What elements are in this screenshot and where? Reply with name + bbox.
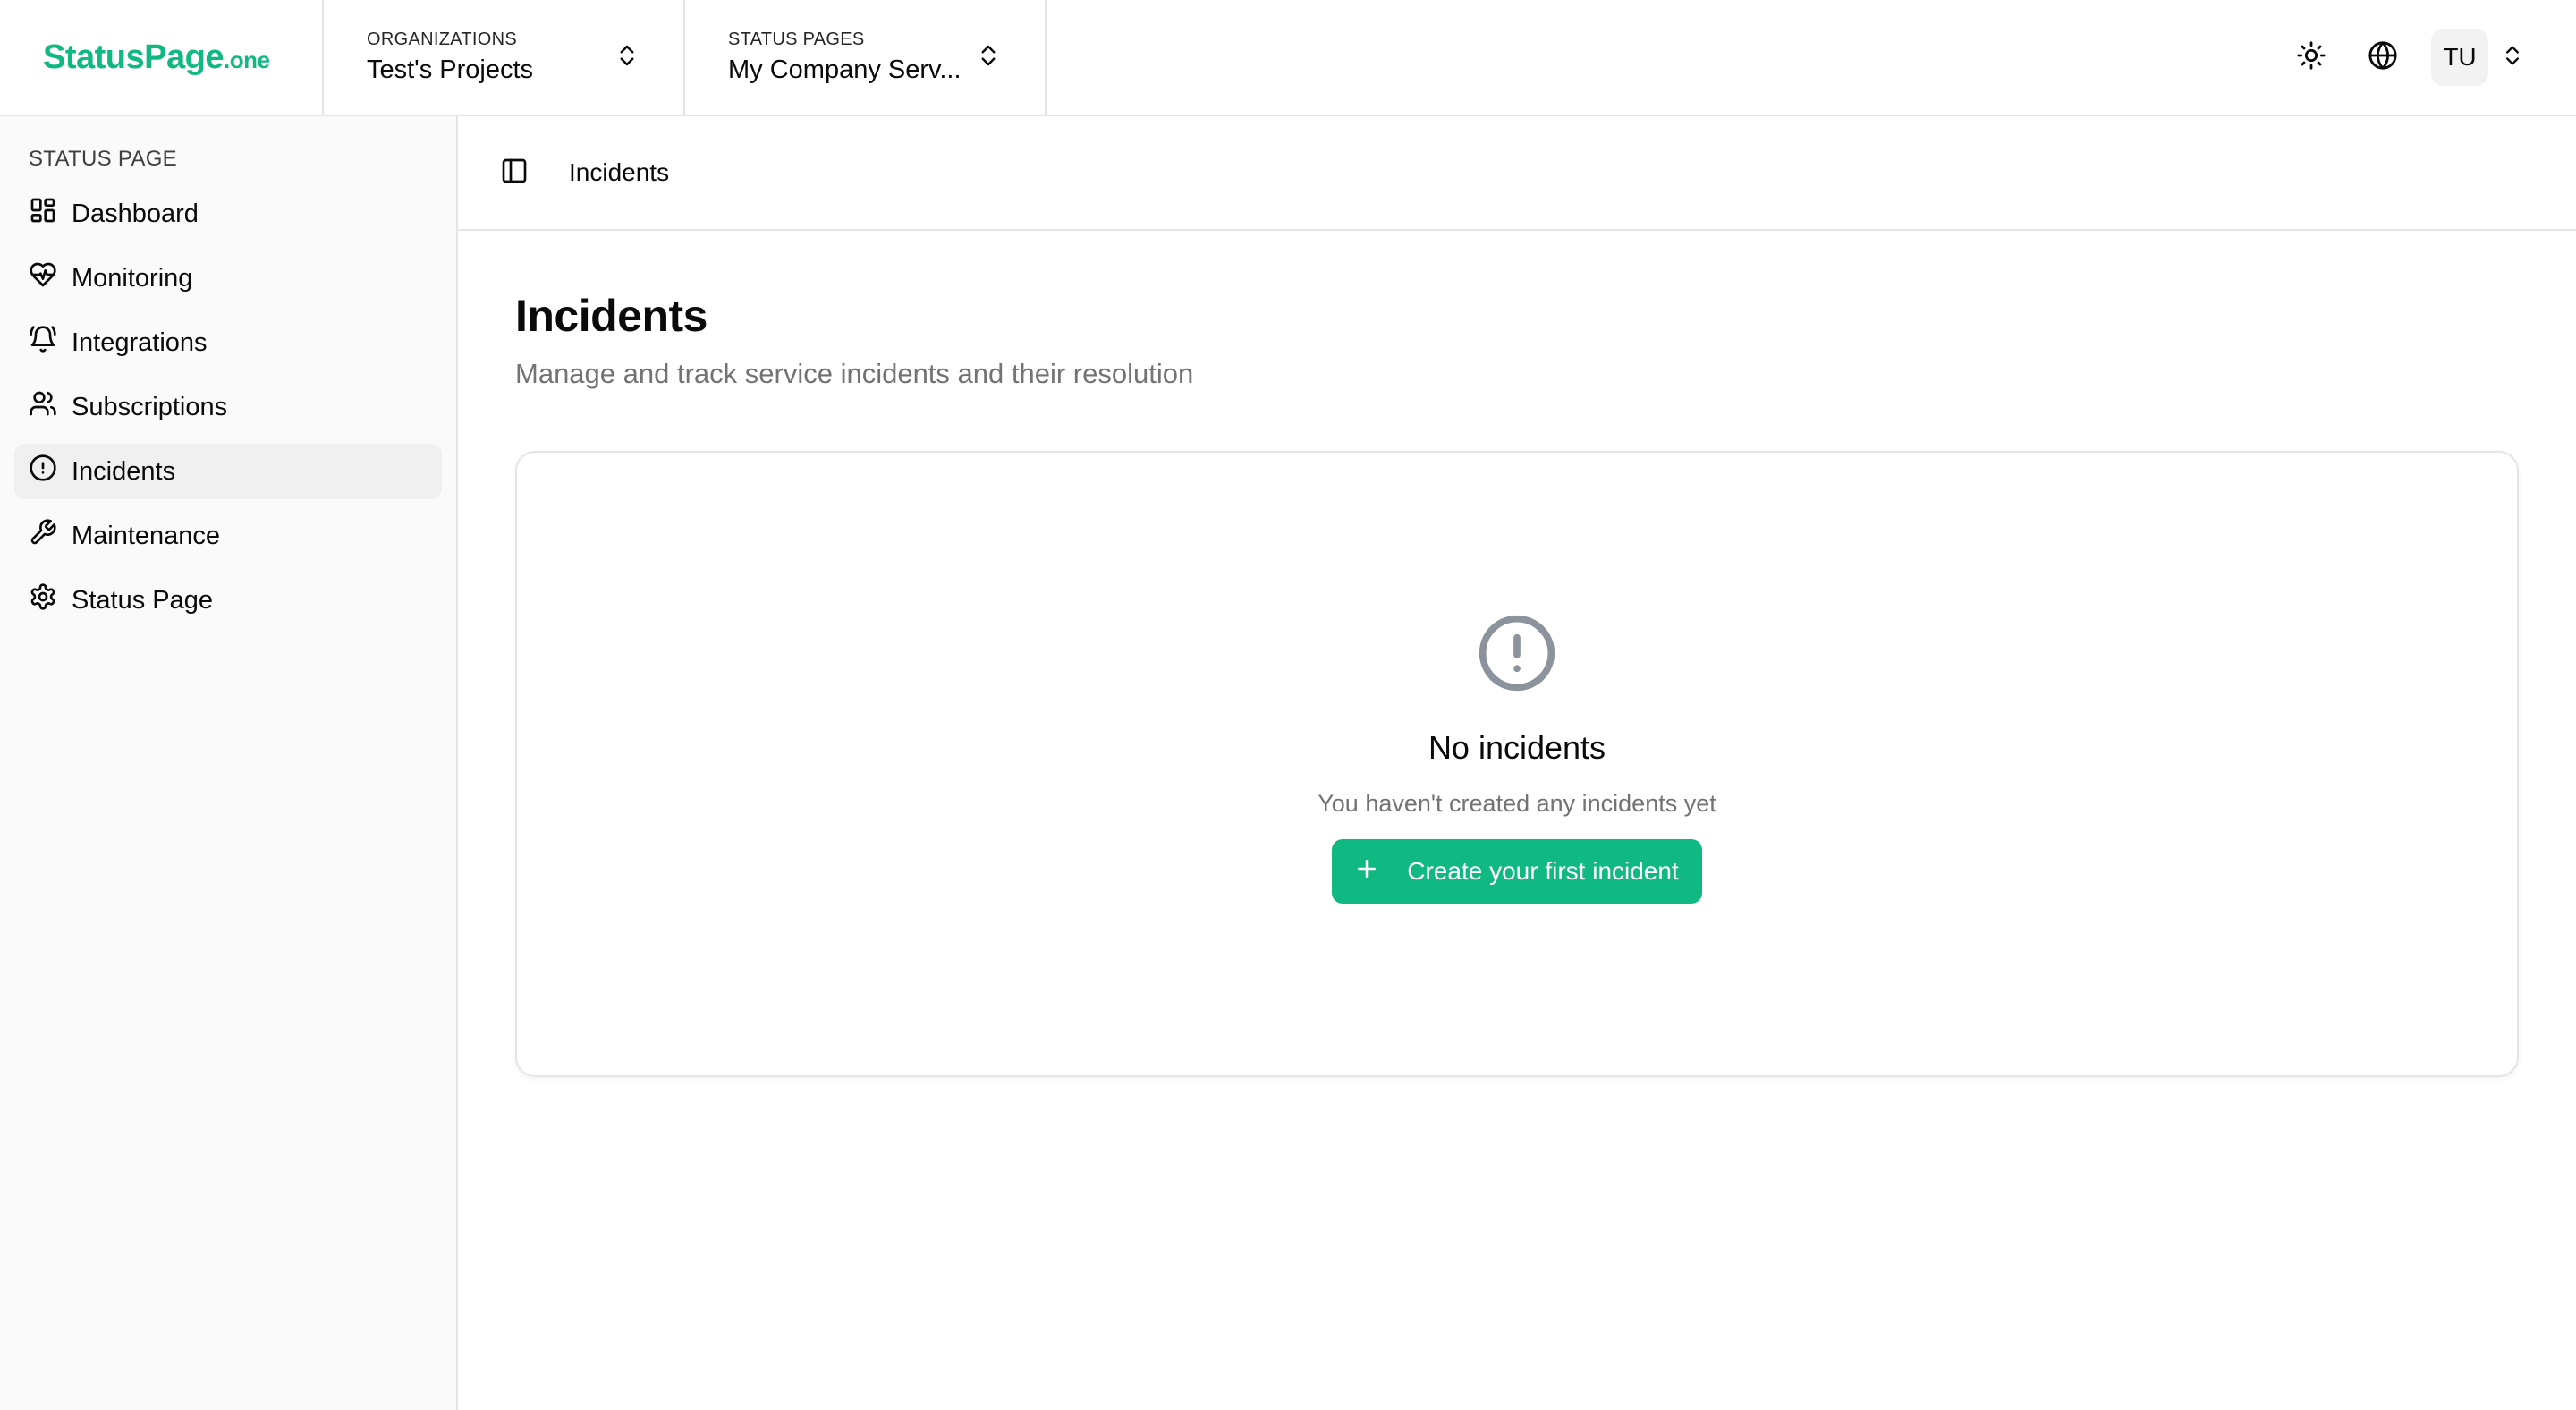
main-content: Incidents Incidents Manage and track ser… [458,116,2576,1410]
sidebar-item-label: Status Page [72,585,213,615]
sidebar-item-label: Incidents [72,456,176,486]
sidebar-item-label: Subscriptions [72,392,228,421]
create-incident-button[interactable]: Create your first incident [1332,839,1702,904]
organization-switcher-label: ORGANIZATIONS [367,30,517,49]
chevron-up-down-icon [975,42,1002,73]
sidebar-item-label: Dashboard [72,199,199,228]
page-title: Incidents [515,291,708,341]
sidebar-item-status-page[interactable]: Status Page [14,573,442,628]
panel-left-icon [500,157,529,190]
brand-logo[interactable]: StatusPage.one [43,38,270,77]
sidebar-item-incidents[interactable]: Incidents [14,444,442,499]
sidebar-item-monitoring[interactable]: Monitoring [14,251,442,306]
user-menu-button[interactable] [2488,29,2537,86]
sidebar-item-integrations[interactable]: Integrations [14,315,442,370]
empty-state-card: No incidents You haven't created any inc… [515,451,2519,1077]
theme-toggle-button[interactable] [2275,21,2347,93]
language-button[interactable] [2347,21,2419,93]
sun-icon [2296,40,2326,75]
breadcrumb: Incidents [569,158,670,186]
status-page-switcher-label: STATUS PAGES [728,30,865,49]
heart-pulse-icon [29,260,72,296]
users-icon [29,389,72,425]
globe-icon [2368,40,2398,75]
plus-icon [1353,855,1407,888]
sidebar-item-maintenance[interactable]: Maintenance [14,508,442,564]
sidebar-item-label: Monitoring [72,263,193,293]
create-incident-button-label: Create your first incident [1407,857,1679,885]
alert-circle-icon [1476,612,1558,699]
sidebar: STATUS PAGE Dashboard Monitoring Integra… [0,116,458,1410]
settings-gear-icon [29,582,72,618]
sidebar-item-label: Maintenance [72,521,221,550]
main-header: Incidents [458,116,2576,231]
organization-switcher-value: Test's Projects [367,55,534,84]
sidebar-group-label: STATUS PAGE [29,147,177,171]
sidebar-item-dashboard[interactable]: Dashboard [14,186,442,242]
chevron-up-down-icon [2500,43,2525,72]
status-page-switcher[interactable]: STATUS PAGES My Company Serv... [685,0,1046,115]
status-page-switcher-value: My Company Serv... [728,55,962,84]
chevron-up-down-icon [614,42,640,73]
wrench-icon [29,518,72,554]
header-actions: TU [2275,0,2576,115]
top-header: StatusPage.one ORGANIZATIONS Test's Proj… [0,0,2576,116]
page-subtitle: Manage and track service incidents and t… [515,358,1194,389]
sidebar-toggle-button[interactable] [488,147,540,199]
sidebar-item-label: Integrations [72,327,208,357]
empty-state-description: You haven't created any incidents yet [1318,790,1716,817]
brand-name: StatusPage [43,38,224,76]
empty-state-title: No incidents [1428,729,1606,766]
logo-area: StatusPage.one [0,0,324,115]
sidebar-item-subscriptions[interactable]: Subscriptions [14,379,442,435]
page-body: Incidents Manage and track service incid… [458,231,2576,1077]
dashboard-icon [29,196,72,232]
brand-tld: .one [223,46,270,73]
organization-switcher[interactable]: ORGANIZATIONS Test's Projects [324,0,685,115]
user-avatar[interactable]: TU [2431,29,2488,86]
bell-ring-icon [29,325,72,361]
alert-circle-icon [29,454,72,489]
